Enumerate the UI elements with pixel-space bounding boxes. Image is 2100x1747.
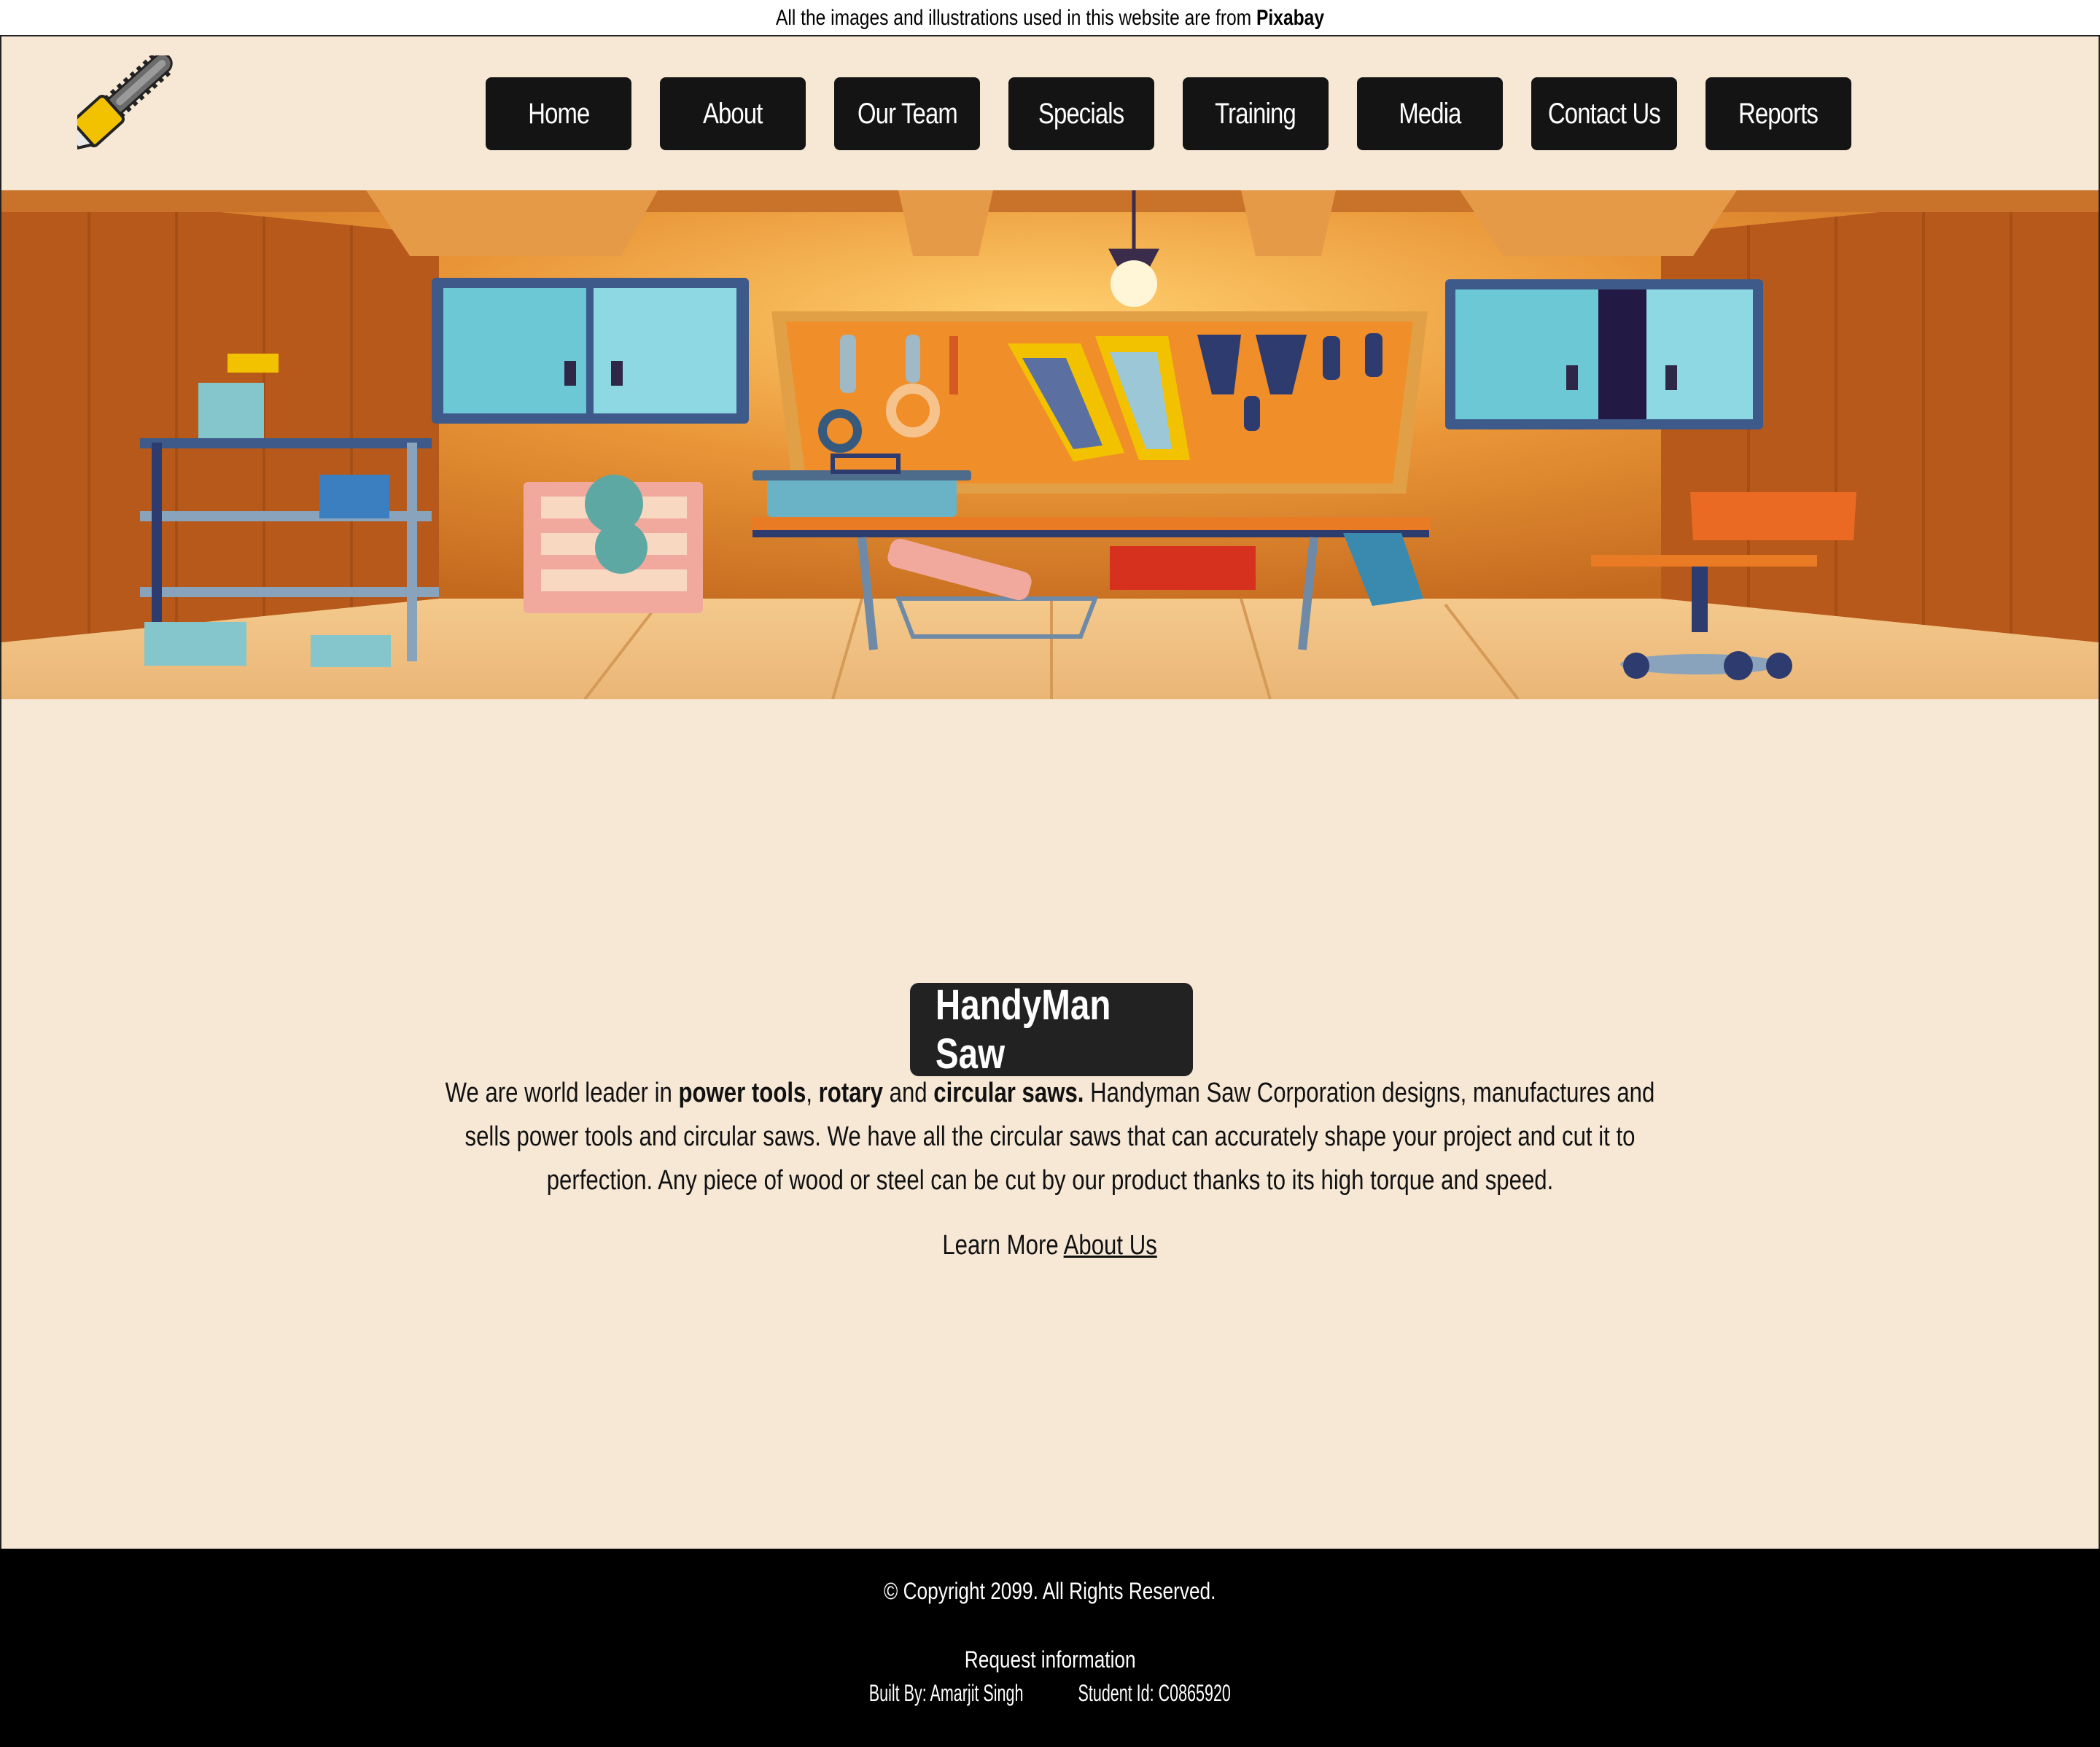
copyright-text: © Copyright 2099. All Rights Reserved. [884, 1578, 1216, 1604]
desc-part-1: We are world leader in [445, 1078, 679, 1108]
nav-reports-label: Reports [1738, 97, 1819, 130]
nav-contact-us-label: Contact Us [1547, 97, 1661, 130]
desc-part-3: and [882, 1078, 934, 1108]
copyright-line: © Copyright 2099. All Rights Reserved. [0, 1578, 2100, 1605]
notice-text: All the images and illustrations used in… [775, 6, 1257, 30]
chainsaw-logo-icon[interactable] [67, 52, 194, 172]
nav-about-button[interactable]: About [660, 77, 806, 150]
nav-training-label: Training [1215, 97, 1297, 130]
credits-line: Built By: Amarjit Singh Student Id: C086… [0, 1680, 2100, 1707]
desc-bold-power-tools: power tools [678, 1078, 806, 1108]
workshop-hero-image [1, 190, 2099, 699]
learn-more: Learn More About Us [1, 1230, 2099, 1261]
student-id-text: Student Id: C0865920 [1078, 1680, 1232, 1706]
nav-media-label: Media [1399, 97, 1461, 130]
page-title-text: HandyMan Saw [935, 981, 1111, 1078]
nav-media-button[interactable]: Media [1357, 77, 1503, 150]
nav-contact-us-button[interactable]: Contact Us [1531, 77, 1677, 150]
intro-section: HandyMan Saw We are world leader in powe… [1, 699, 2099, 1549]
nav-specials-button[interactable]: Specials [1008, 77, 1154, 150]
nav-training-button[interactable]: Training [1183, 77, 1329, 150]
page-frame: Home About Our Team Specials Training Me… [0, 35, 2100, 1550]
desc-bold-circular-saws: circular saws. [933, 1078, 1084, 1108]
nav-about-label: About [703, 97, 763, 130]
desc-part-2: , [806, 1078, 819, 1108]
nav-home-button[interactable]: Home [486, 77, 631, 150]
request-info-link[interactable]: Request information [965, 1646, 1136, 1673]
about-us-link[interactable]: About Us [1064, 1230, 1157, 1261]
nav-reports-button[interactable]: Reports [1706, 77, 1851, 150]
main-nav: Home About Our Team Specials Training Me… [486, 77, 1851, 150]
desc-bold-rotary: rotary [818, 1078, 883, 1108]
notice-source: Pixabay [1256, 6, 1325, 30]
page-title: HandyMan Saw [910, 981, 1193, 1078]
site-footer: © Copyright 2099. All Rights Reserved. R… [0, 1549, 2100, 1747]
built-by-text: Built By: Amarjit Singh [868, 1680, 1024, 1706]
nav-our-team-label: Our Team [857, 97, 958, 130]
site-header: Home About Our Team Specials Training Me… [1, 36, 2099, 190]
image-credit-notice: All the images and illustrations used in… [189, 0, 1911, 35]
request-info-line: Request information [0, 1646, 2100, 1673]
intro-paragraph: We are world leader in power tools, rota… [381, 1071, 1719, 1202]
nav-specials-label: Specials [1038, 97, 1124, 130]
learn-more-prefix: Learn More [942, 1230, 1065, 1261]
nav-our-team-button[interactable]: Our Team [834, 77, 980, 150]
nav-home-label: Home [527, 97, 590, 130]
